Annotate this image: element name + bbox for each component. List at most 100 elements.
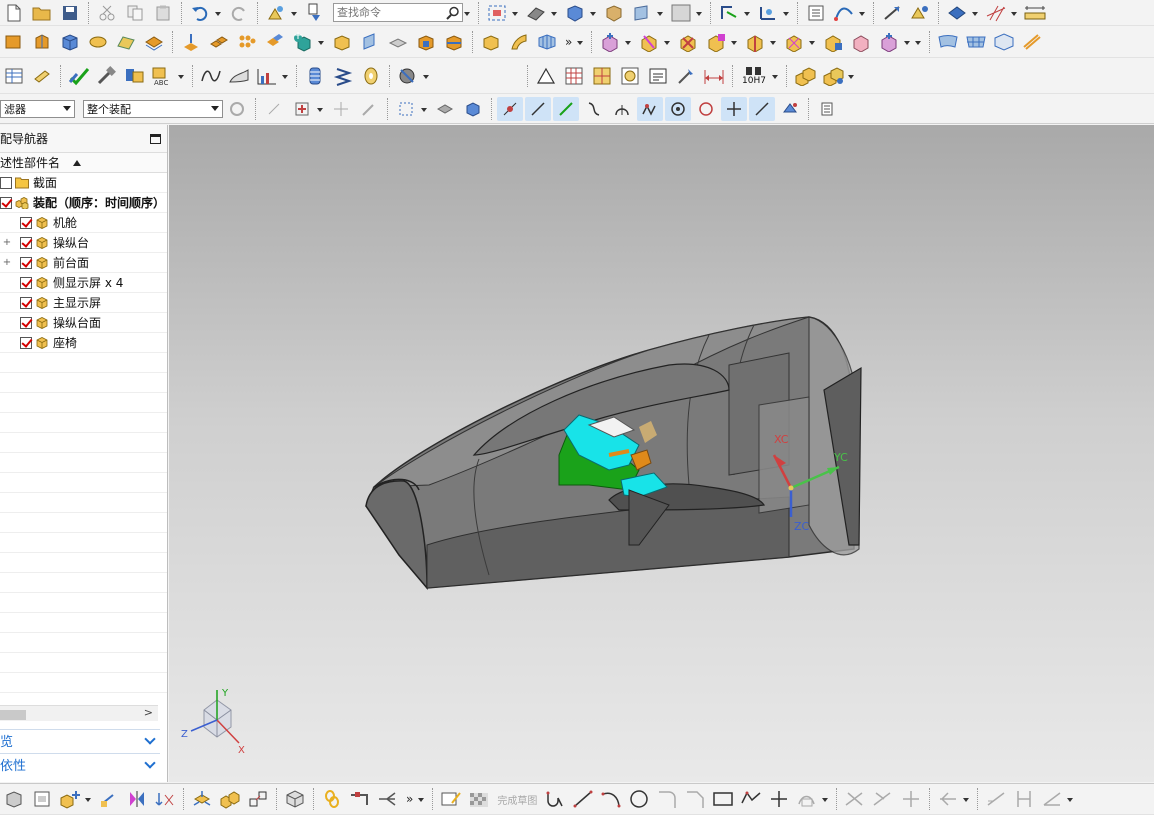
save-icon[interactable] [57,1,83,25]
component-pattern-icon[interactable] [703,30,729,54]
snap-arc-center-icon[interactable] [609,97,635,121]
sketch-icon[interactable] [438,787,464,811]
add-component-icon[interactable] [290,30,316,54]
offset-curve-icon[interactable] [794,787,820,811]
box-icon[interactable] [478,30,504,54]
offset-face-icon[interactable] [141,30,167,54]
fillet-icon[interactable] [654,787,680,811]
constraint-link-icon[interactable] [245,787,271,811]
replace-face-icon[interactable] [329,30,355,54]
tree-row-front-panel[interactable]: + 前台面 [0,253,167,273]
dimension-parallel-icon[interactable] [983,787,1009,811]
visibility-checkbox[interactable] [20,256,32,269]
wcs-dynamic-icon[interactable] [755,1,781,25]
graphics-viewport[interactable]: XC YC ZC Y X Z [169,125,1154,782]
command-search-input[interactable] [337,6,447,19]
bottom-toolbar-overflow[interactable]: » [402,793,417,805]
tolerance-icon[interactable]: 10H7 [738,64,770,88]
select-component-icon[interactable] [460,97,486,121]
selection-priority-icon[interactable] [224,97,250,121]
extend-curve-icon[interactable] [870,787,896,811]
command-search-box[interactable] [333,3,463,22]
assembly-sequence-icon[interactable] [820,64,846,88]
link-icon[interactable] [96,787,122,811]
assembly-scope-select[interactable]: 整个装配 [83,99,223,118]
tree-row-assembly[interactable]: 装配（顺序：时间顺序） [0,193,167,213]
assembly-move-icon[interactable] [597,30,623,54]
text-icon[interactable]: ABC [150,64,176,88]
rectangle-icon[interactable] [710,787,736,811]
combine-icon[interactable] [262,30,288,54]
tree-row-console[interactable]: + 操纵台 [0,233,167,253]
preview-panel-toggle[interactable]: 览 [0,729,160,751]
tree-row-side-display[interactable]: 侧显示屏 x 4 [0,273,167,293]
rectangle-select-icon[interactable] [393,97,419,121]
part-file-icon[interactable] [282,787,308,811]
route-icon[interactable] [347,787,373,811]
cockpit-model[interactable]: XC YC ZC Y X Z [169,125,1154,782]
undo-icon[interactable] [187,1,213,25]
new-component-icon[interactable] [742,30,768,54]
visibility-checkbox[interactable] [20,216,32,229]
section-view-icon[interactable] [601,1,627,25]
snap-endpoint-icon[interactable] [497,96,523,121]
new-file-icon[interactable] [1,1,27,25]
paste-icon[interactable] [150,1,176,25]
spline-icon[interactable] [198,64,224,88]
visibility-checkbox[interactable] [0,176,12,189]
line-icon[interactable] [570,787,596,811]
shell-icon[interactable] [1,30,27,54]
tree-row-console-top[interactable]: 操纵台面 [0,313,167,333]
feature-control-icon[interactable] [617,64,643,88]
scrollbar-thumb[interactable] [0,710,26,720]
snap-settings-icon[interactable] [263,1,289,25]
point-icon[interactable] [766,787,792,811]
surface-c-icon[interactable] [991,30,1017,54]
visibility-checkbox[interactable] [20,236,32,249]
select-point-icon[interactable] [328,97,354,121]
assembly-constraint-icon[interactable] [636,30,662,54]
select-body-icon[interactable] [432,97,458,121]
toolbar-overflow[interactable]: » [561,36,576,48]
fastener-icon[interactable] [395,64,421,88]
snap-intersection-icon[interactable] [721,96,747,121]
arc-icon[interactable] [598,787,624,811]
snap-quadrant-icon[interactable] [693,97,719,121]
edit-section-icon[interactable] [629,1,655,25]
mesh-surface-icon[interactable] [534,30,560,54]
undo-dropdown[interactable] [214,8,222,18]
visibility-checkbox[interactable] [20,276,32,289]
fit-view-icon[interactable] [484,1,510,25]
chart-tool-icon[interactable] [254,64,280,88]
selection-filter-select[interactable]: 滤器 [0,99,75,118]
cut-icon[interactable] [94,1,120,25]
navigator-column-header[interactable]: 述性部件名 [0,153,167,173]
snap-list-icon[interactable] [814,97,840,121]
view-orient-icon[interactable] [944,1,970,25]
maximize-icon[interactable] [150,133,161,144]
block-icon[interactable] [57,30,83,54]
chamfer-icon[interactable] [682,787,708,811]
tree-row-section[interactable]: 截面 [0,173,167,193]
spring-icon[interactable] [302,64,328,88]
snap-curve-icon[interactable] [581,97,607,121]
datum-target-icon[interactable] [589,64,615,88]
redo-icon[interactable] [226,1,252,25]
mirror-assembly-icon[interactable] [675,30,701,54]
dimension-vertical-icon[interactable] [1011,787,1037,811]
drawing-icon[interactable] [29,787,55,811]
render-style-icon[interactable] [523,1,549,25]
navigator-horizontal-scrollbar[interactable]: > [0,705,158,721]
draft-icon[interactable] [357,30,383,54]
mirror-icon[interactable] [124,787,150,811]
dimension-icon[interactable] [701,64,727,88]
visibility-checkbox[interactable] [0,196,12,209]
deviation-icon[interactable] [122,64,148,88]
reorder-icon[interactable] [152,787,178,811]
extrude-icon[interactable] [29,30,55,54]
surface-curve-icon[interactable] [226,64,252,88]
visibility-checkbox[interactable] [20,336,32,349]
surface-patch-icon[interactable] [113,30,139,54]
finish-sketch-icon[interactable] [466,787,492,811]
table-icon[interactable] [1,64,27,88]
